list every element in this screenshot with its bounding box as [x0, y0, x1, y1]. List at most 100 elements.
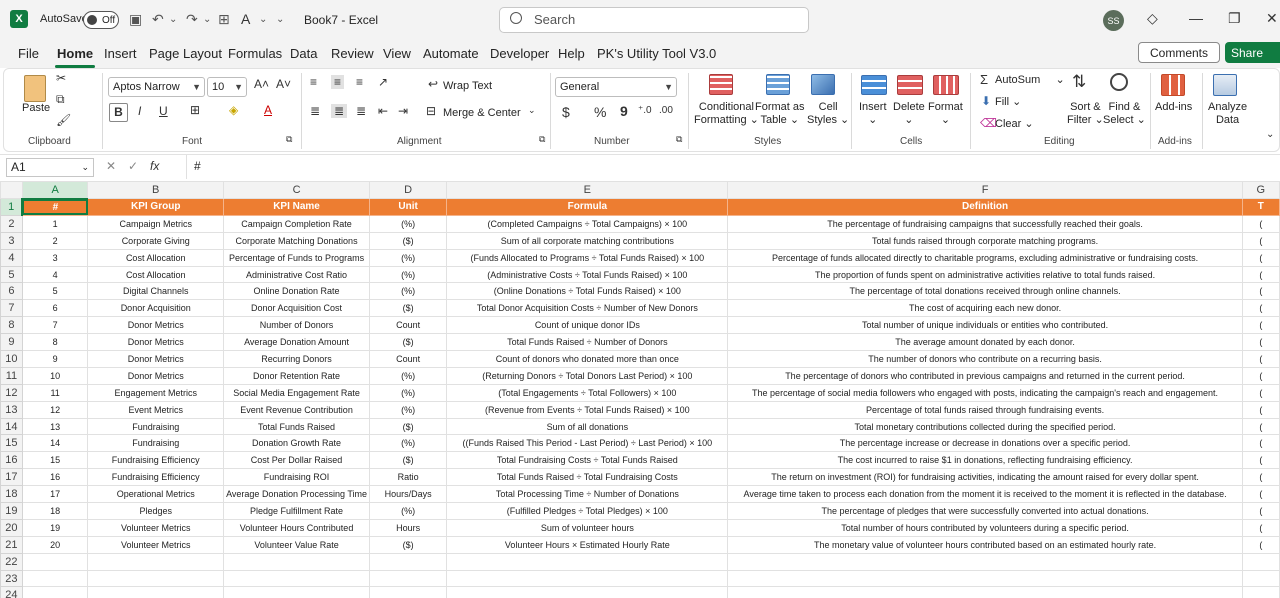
table-cell[interactable]: Total Funds Raised ÷ Number of Donors: [446, 333, 729, 352]
close-icon[interactable]: ✕: [1266, 10, 1278, 27]
row-header[interactable]: 7: [0, 299, 23, 318]
tab-data[interactable]: Data: [290, 46, 317, 61]
row-header[interactable]: 22: [0, 552, 23, 571]
row-header[interactable]: 18: [0, 485, 23, 504]
font-size-combo[interactable]: 10 ▼: [207, 77, 247, 97]
table-cell[interactable]: (%): [368, 282, 448, 301]
table-cell[interactable]: [368, 586, 448, 598]
table-cell[interactable]: 6: [21, 299, 89, 318]
table-cell[interactable]: Ratio: [368, 468, 448, 487]
minimize-icon[interactable]: —: [1189, 10, 1203, 26]
decrease-indent-icon[interactable]: ⇤: [378, 104, 388, 118]
header-cell[interactable]: T: [1241, 198, 1280, 216]
row-header[interactable]: 21: [0, 535, 23, 554]
borders-icon[interactable]: ⊞: [218, 11, 230, 28]
comma-button[interactable]: 9: [620, 103, 628, 119]
table-cell[interactable]: (Revenue from Events ÷ Total Funds Raise…: [446, 400, 729, 419]
table-cell[interactable]: Cost Allocation: [87, 248, 225, 267]
tab-utility-tool[interactable]: PK's Utility Tool V3.0: [597, 46, 716, 61]
table-cell[interactable]: Fundraising Efficiency: [87, 451, 225, 470]
table-cell[interactable]: Count: [368, 316, 448, 335]
table-cell[interactable]: Campaign Metrics: [87, 214, 225, 233]
table-cell[interactable]: [87, 552, 225, 571]
header-cell[interactable]: Unit: [368, 198, 448, 216]
row-header[interactable]: 23: [0, 569, 23, 588]
row-header[interactable]: 13: [0, 400, 23, 419]
avatar[interactable]: SS: [1103, 10, 1124, 31]
sort-filter-icon[interactable]: ⇅: [1072, 72, 1086, 92]
column-header[interactable]: C: [223, 181, 370, 199]
table-cell[interactable]: [21, 552, 89, 571]
row-header[interactable]: 8: [0, 316, 23, 335]
tab-insert[interactable]: Insert: [104, 46, 137, 61]
table-cell[interactable]: Fundraising Efficiency: [87, 468, 225, 487]
search-box[interactable]: Search: [499, 7, 809, 33]
collapse-ribbon-icon[interactable]: ⌄: [1266, 129, 1274, 140]
tab-help[interactable]: Help: [558, 46, 585, 61]
percent-button[interactable]: %: [594, 104, 606, 120]
table-cell[interactable]: 11: [21, 383, 89, 402]
row-header[interactable]: 6: [0, 282, 23, 301]
table-cell[interactable]: 3: [21, 248, 89, 267]
diamond-icon[interactable]: ◇: [1147, 10, 1158, 27]
table-cell[interactable]: (: [1241, 485, 1280, 504]
table-cell[interactable]: [727, 586, 1243, 598]
tab-formulas[interactable]: Formulas: [228, 46, 282, 61]
table-cell[interactable]: (: [1241, 366, 1280, 385]
table-cell[interactable]: Total monetary contributions collected d…: [727, 417, 1243, 436]
table-cell[interactable]: (: [1241, 248, 1280, 267]
name-box[interactable]: A1 ⌄: [6, 158, 94, 177]
currency-button[interactable]: $: [562, 104, 570, 120]
number-format-combo[interactable]: General ▼: [555, 77, 677, 97]
cut-icon[interactable]: ✂: [56, 71, 66, 85]
table-cell[interactable]: Percentage of total funds raised through…: [727, 400, 1243, 419]
table-cell[interactable]: Total Fundraising Costs ÷ Total Funds Ra…: [446, 451, 729, 470]
table-cell[interactable]: [223, 569, 370, 588]
table-cell[interactable]: 2: [21, 231, 89, 250]
number-dialog-launcher-icon[interactable]: ⧉: [676, 134, 682, 145]
insert-function-button[interactable]: fx: [150, 159, 159, 173]
table-cell[interactable]: (Funds Allocated to Programs ÷ Total Fun…: [446, 248, 729, 267]
table-cell[interactable]: Count: [368, 350, 448, 368]
table-cell[interactable]: (%): [368, 400, 448, 419]
table-cell[interactable]: Percentage of Funds to Programs: [223, 248, 370, 267]
select-all-corner[interactable]: [0, 181, 23, 199]
table-cell[interactable]: (%): [368, 265, 448, 284]
tab-automate[interactable]: Automate: [423, 46, 479, 61]
insert-cells-icon[interactable]: [861, 75, 887, 95]
table-cell[interactable]: 7: [21, 316, 89, 335]
find-select-button[interactable]: Find & Select ⌄: [1103, 101, 1146, 127]
table-cell[interactable]: Fundraising ROI: [223, 468, 370, 487]
table-cell[interactable]: 4: [21, 265, 89, 284]
table-cell[interactable]: ((Funds Raised This Period - Last Period…: [446, 434, 729, 453]
conditional-formatting-icon[interactable]: [709, 74, 733, 95]
table-cell[interactable]: (: [1241, 383, 1280, 402]
row-header[interactable]: 1: [0, 198, 24, 216]
table-cell[interactable]: Event Revenue Contribution: [223, 400, 370, 419]
table-cell[interactable]: Social Media Engagement Rate: [223, 383, 370, 402]
row-header[interactable]: 17: [0, 468, 23, 487]
tab-view[interactable]: View: [383, 46, 411, 61]
row-header[interactable]: 3: [0, 231, 23, 250]
customize-qat-icon[interactable]: ⌄: [276, 14, 284, 25]
table-cell[interactable]: (: [1241, 400, 1280, 419]
font-color-icon[interactable]: A: [264, 103, 272, 117]
column-header[interactable]: B: [87, 181, 225, 199]
column-header[interactable]: F: [727, 181, 1243, 199]
table-cell[interactable]: [1241, 586, 1280, 598]
redo-icon[interactable]: ↷: [186, 11, 198, 28]
table-cell[interactable]: ($): [368, 451, 448, 470]
tab-developer[interactable]: Developer: [490, 46, 549, 61]
formula-input[interactable]: #: [186, 155, 1280, 179]
format-cells-icon[interactable]: [933, 75, 959, 95]
restore-icon[interactable]: ❐: [1228, 10, 1241, 27]
table-cell[interactable]: The percentage increase or decrease in d…: [727, 434, 1243, 453]
tab-page-layout[interactable]: Page Layout: [149, 46, 222, 61]
table-cell[interactable]: The return on investment (ROI) for fundr…: [727, 468, 1243, 487]
table-cell[interactable]: [223, 586, 370, 598]
row-header[interactable]: 12: [0, 383, 23, 402]
align-center-icon[interactable]: ≣: [331, 104, 348, 118]
add-ins-button[interactable]: Add-ins: [1155, 101, 1192, 114]
merge-center-icon[interactable]: ⊟: [426, 104, 436, 118]
autosum-icon[interactable]: Σ: [980, 72, 988, 87]
